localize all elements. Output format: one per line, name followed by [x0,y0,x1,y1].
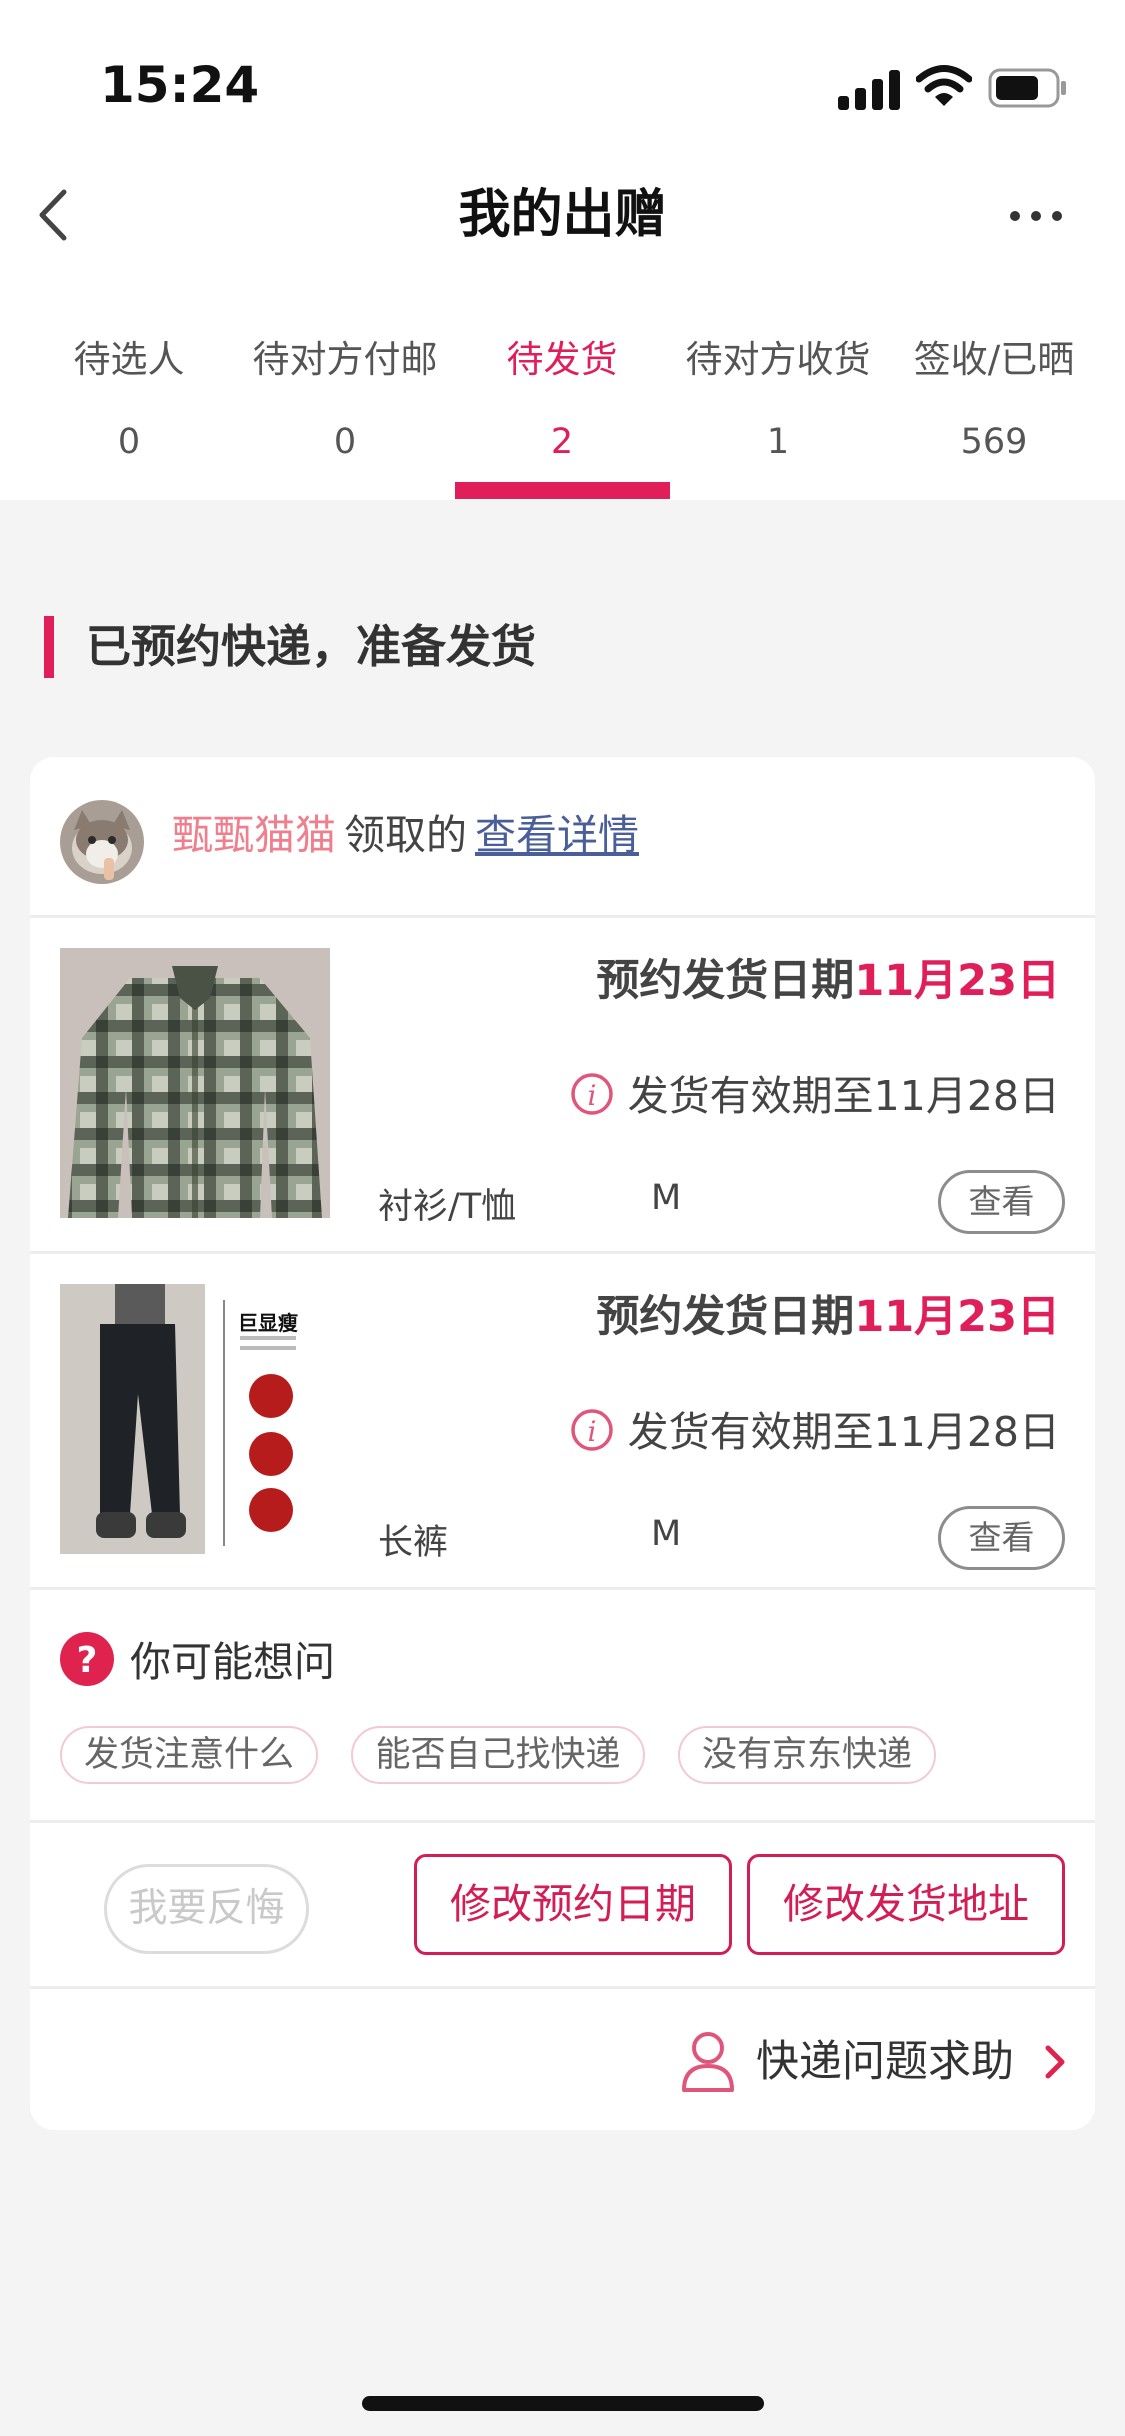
chevron-right-icon[interactable] [1040,2042,1068,2082]
tab-pending-select[interactable]: 待选人 0 [21,330,237,472]
tab-signed[interactable]: 签收/已晒 569 [886,330,1102,472]
view-button[interactable]: 查看 [938,1170,1065,1234]
item-category: 长裤 [378,1523,449,1563]
tab-count: 569 [960,422,1028,462]
active-tab-indicator [455,482,670,499]
page-title: 我的出赠 [458,185,667,245]
item-category: 衬衫/T恤 [378,1187,517,1227]
faq-chip[interactable]: 发货注意什么 [60,1726,318,1784]
ship-date-value: 11月23日 [854,1292,1060,1342]
tab-pending-postage[interactable]: 待对方付邮 0 [237,330,453,472]
question-icon: ? [60,1632,114,1686]
battery-icon [988,68,1066,108]
receiver-name[interactable]: 甄甄猫猫 [172,811,336,859]
svg-text:?: ? [77,1640,98,1681]
more-button[interactable] [1006,200,1066,230]
tab-pending-shipment[interactable]: 待发货 2 [454,330,670,472]
section-accent-bar [44,616,54,678]
receiver-line: 甄甄猫猫 领取的 查看详情 [172,800,639,870]
ship-date-label: 预约发货日期 [596,1292,855,1342]
image-caption: 巨显瘦 [238,1311,298,1335]
validity-line: i 发货有效期至11月28日 [570,1398,1060,1458]
regret-button[interactable]: 我要反悔 [104,1864,309,1954]
ship-date-line: 预约发货日期11月23日 [596,946,1060,1008]
tab-label: 待选人 [73,338,185,381]
status-time: 15:24 [100,56,260,114]
person-icon [682,2032,734,2092]
validity-text: 发货有效期至11月28日 [627,1408,1060,1456]
info-icon: i [570,1409,613,1451]
tab-label: 待发货 [506,338,618,381]
avatar[interactable] [60,800,144,884]
validity-text: 发货有效期至11月28日 [627,1072,1060,1120]
tab-label: 待对方付邮 [252,338,438,381]
modify-address-button[interactable]: 修改发货地址 [747,1854,1065,1955]
faq-chip[interactable]: 没有京东快递 [678,1726,936,1784]
divider [30,1986,1095,1989]
wifi-icon [916,65,972,106]
ship-date-line: 预约发货日期11月23日 [596,1282,1060,1344]
view-details-link[interactable]: 查看详情 [475,811,639,859]
info-icon: i [570,1073,613,1115]
section-title: 已预约快递，准备发货 [86,620,537,673]
divider [30,1820,1095,1823]
tab-count: 0 [333,422,357,462]
tab-pending-receipt[interactable]: 待对方收货 1 [670,330,886,472]
item-image-pants[interactable]: 巨显瘦 [60,1284,330,1554]
item-image-shirt[interactable] [60,948,330,1218]
validity-line: i 发货有效期至11月28日 [570,1062,1060,1122]
divider [30,915,1095,918]
svg-text:i: i [587,1415,596,1448]
item-size: M [651,1178,682,1218]
tab-label: 待对方收货 [685,338,871,381]
divider [30,1587,1095,1590]
express-help-link[interactable]: 快递问题求助 [756,2028,1014,2096]
tab-label: 签收/已晒 [913,338,1075,381]
faq-title: 你可能想问 [130,1638,335,1686]
ship-date-value: 11月23日 [854,956,1060,1006]
divider [30,1251,1095,1254]
signal-icon [838,66,900,110]
svg-text:i: i [587,1079,596,1112]
faq-chip[interactable]: 能否自己找快递 [351,1726,645,1784]
tab-count: 0 [117,422,141,462]
tab-count: 2 [550,422,574,462]
receiver-action: 领取的 [344,811,467,859]
view-button[interactable]: 查看 [938,1506,1065,1570]
item-size: M [651,1514,682,1554]
home-indicator [362,2396,764,2411]
tab-count: 1 [766,422,790,462]
modify-date-button[interactable]: 修改预约日期 [414,1854,732,1955]
ship-date-label: 预约发货日期 [596,956,855,1006]
